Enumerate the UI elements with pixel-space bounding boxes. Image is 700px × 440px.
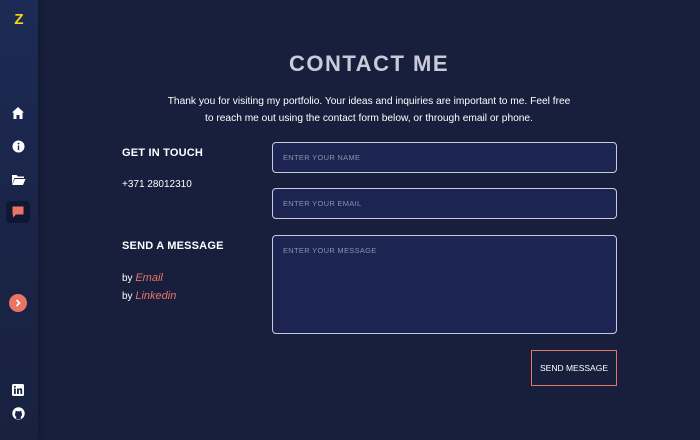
github-icon[interactable] [9,404,27,422]
linkedin-link[interactable]: Linkedin [135,290,176,302]
page-title: CONTACT ME [288,51,450,76]
message-icon[interactable] [9,203,27,221]
logo[interactable]: Z [0,11,38,28]
chevron-right-icon [15,299,21,307]
contact-section: CONTACT ME Thank you for visiting my por… [38,0,700,440]
sidebar: Z [0,0,38,440]
expand-sidebar-button[interactable] [9,294,27,312]
info-icon[interactable] [9,137,27,155]
linkedin-icon[interactable] [9,381,27,399]
email-prefix: by [122,273,133,284]
message-textarea[interactable] [272,235,617,334]
send-a-message-heading: SEND A MESSAGE [122,240,224,252]
get-in-touch-heading: GET IN TOUCH [122,147,204,159]
folder-icon[interactable] [9,170,27,188]
home-icon[interactable] [9,104,27,122]
linkedin-contact-line: by Linkedin [122,290,176,302]
name-input[interactable] [272,142,617,173]
email-contact-line: by Email [122,272,163,284]
linkedin-prefix: by [122,291,133,302]
email-link[interactable]: Email [135,272,163,284]
email-input[interactable] [272,188,617,219]
send-message-button[interactable]: SEND MESSAGE [531,350,617,386]
phone-number: +371 28012310 [122,179,192,190]
intro-text: Thank you for visiting my portfolio. You… [167,96,571,124]
